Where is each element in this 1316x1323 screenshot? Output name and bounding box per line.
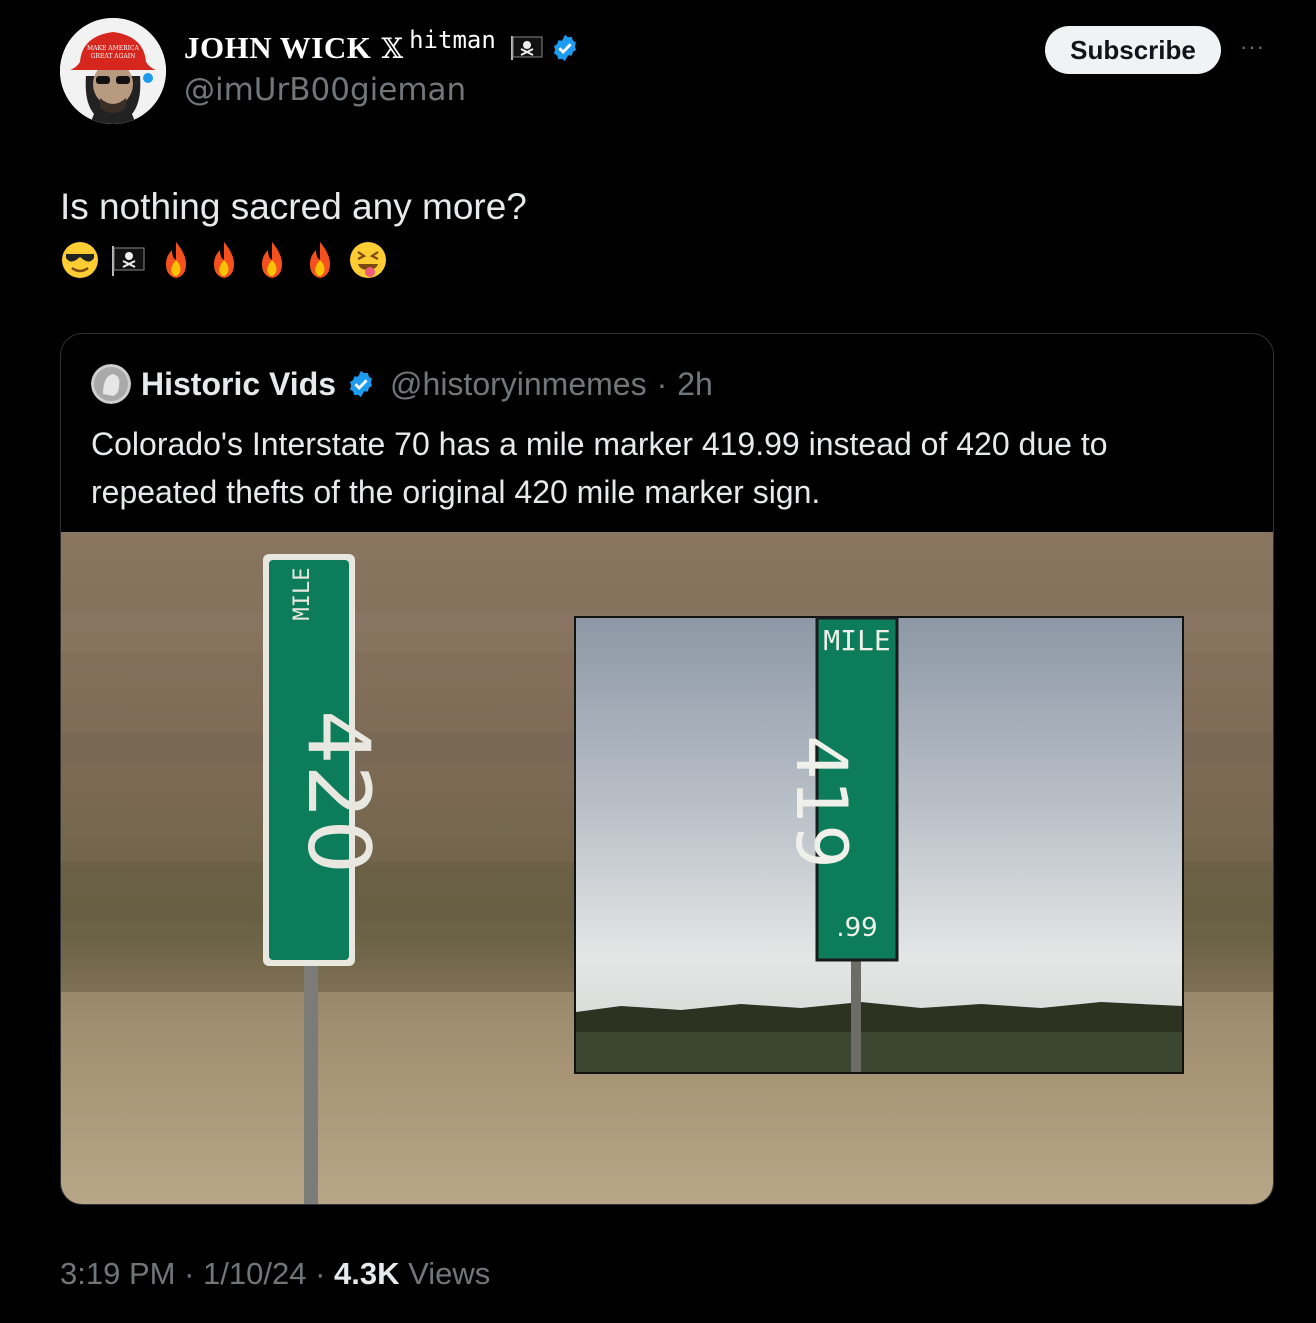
post-time[interactable]: 3:19 PM <box>60 1256 175 1291</box>
views-label: Views <box>399 1256 491 1291</box>
fire-emoji-icon <box>262 242 282 278</box>
pirate-flag-icon <box>112 246 145 276</box>
post-date[interactable]: 1/10/24 <box>203 1256 306 1291</box>
separator-dot: · <box>175 1256 204 1291</box>
right-sign-number: 419 <box>780 735 862 869</box>
post-text: Is nothing sacred any more? <box>60 186 527 227</box>
fire-emoji-icon <box>166 242 186 278</box>
svg-text:MAKE AMERICA: MAKE AMERICA <box>87 45 140 52</box>
subscribe-button[interactable]: Subscribe <box>1045 26 1221 74</box>
author-name-row[interactable]: JOHN WICK 𝕏 hitman <box>184 26 580 66</box>
quoted-author-avatar[interactable] <box>91 364 131 404</box>
right-sign-decimal: .99 <box>836 913 877 943</box>
sunglasses-emoji-icon <box>62 242 98 278</box>
quoted-author-name[interactable]: Historic Vids <box>141 366 336 403</box>
tongue-face-emoji-icon <box>350 242 386 278</box>
quoted-post-time[interactable]: 2h <box>677 366 713 403</box>
x-logo-glyph: 𝕏 <box>381 31 404 65</box>
quoted-post-card[interactable]: Historic Vids @historyinmemes · 2h Color… <box>60 333 1274 1205</box>
verified-badge-icon[interactable] <box>550 33 580 63</box>
views-count[interactable]: 4.3K <box>334 1256 399 1291</box>
name-suffix-text: hitman <box>409 26 496 54</box>
author-avatar[interactable]: MAKE AMERICA GREAT AGAIN <box>60 18 166 124</box>
quoted-author-handle[interactable]: @historyinmemes <box>390 366 647 403</box>
quoted-post-text: Colorado's Interstate 70 has a mile mark… <box>91 426 1108 510</box>
separator-dot: · <box>306 1256 335 1291</box>
verified-badge-icon[interactable] <box>346 369 376 399</box>
separator-dot: · <box>656 365 668 402</box>
emoji-row <box>60 238 388 282</box>
more-options-icon[interactable]: ··· <box>1240 34 1265 60</box>
pirate-flag-icon <box>510 36 543 60</box>
right-sign-label: MILE <box>823 624 890 657</box>
author-display-name[interactable]: JOHN WICK <box>184 30 371 66</box>
post-metadata: 3:19 PM · 1/10/24 · 4.3K Views <box>60 1256 490 1292</box>
svg-text:GREAT AGAIN: GREAT AGAIN <box>91 53 136 60</box>
left-sign-number: 420 <box>288 710 388 874</box>
left-sign-label: MILE <box>290 568 315 621</box>
quoted-post-header: Historic Vids @historyinmemes · 2h <box>91 364 713 404</box>
fire-emoji-icon <box>310 242 330 278</box>
quoted-post-image[interactable]: MILE 420 MILE 419 .99 <box>61 532 1273 1204</box>
author-handle[interactable]: @imUrB00gieman <box>184 72 466 108</box>
fire-emoji-icon <box>214 242 234 278</box>
